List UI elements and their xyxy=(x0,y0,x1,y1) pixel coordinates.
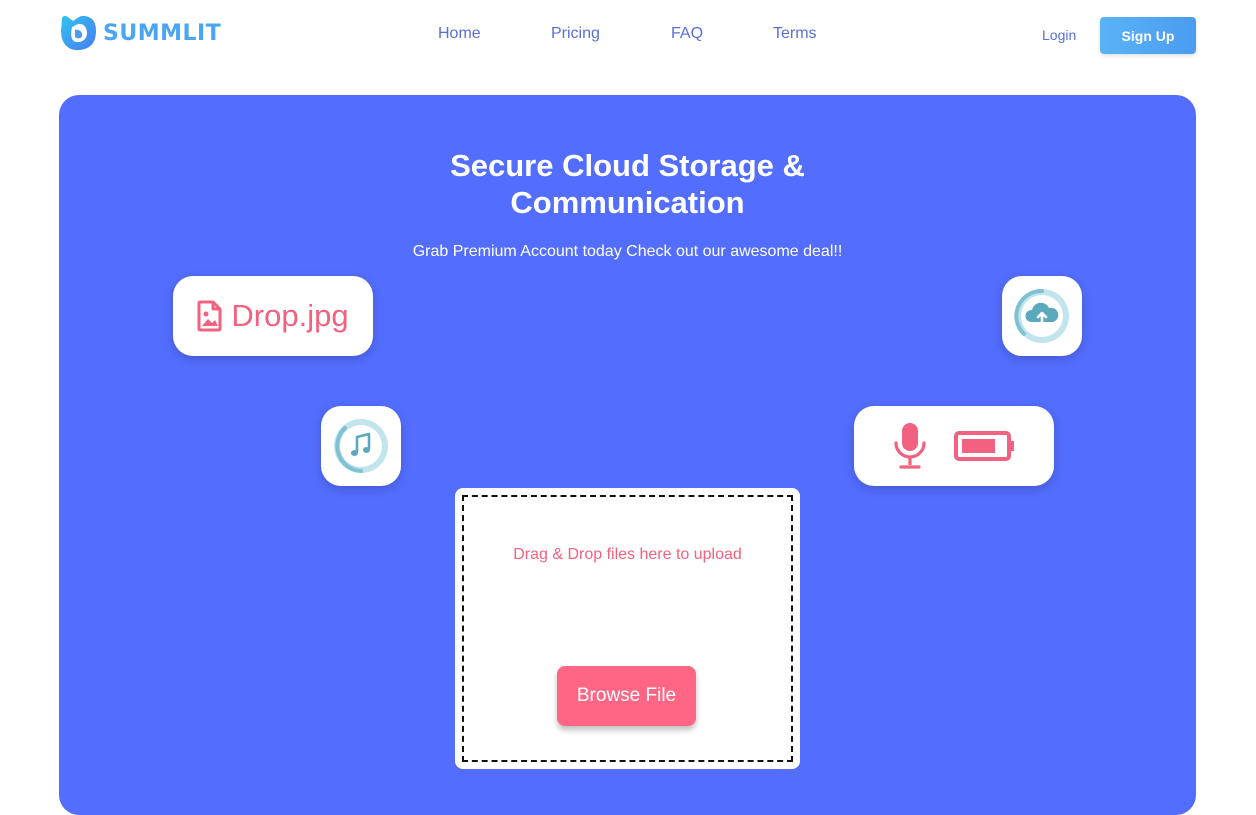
hero-subtitle: Grab Premium Account today Check out our… xyxy=(412,243,843,260)
battery-icon xyxy=(954,431,1014,461)
nav-pricing-link[interactable]: Pricing xyxy=(551,25,600,43)
site-header: SUMMLIT Home Pricing FAQ Terms Login Sig… xyxy=(0,0,1256,80)
microphone-icon xyxy=(894,423,926,469)
music-note-icon xyxy=(334,419,388,473)
upload-dropzone[interactable]: Drag & Drop files here to upload Browse … xyxy=(455,488,800,769)
dropzone-dashed-border[interactable]: Drag & Drop files here to upload Browse … xyxy=(462,495,793,762)
nav-home-link[interactable]: Home xyxy=(438,25,481,43)
cloud-upload-icon xyxy=(1014,288,1069,343)
hero-section: Secure Cloud Storage & Communication Gra… xyxy=(59,95,1196,815)
hero-title: Secure Cloud Storage & Communication xyxy=(59,147,1196,221)
hero-title-line-1: Secure Cloud Storage & xyxy=(450,148,805,183)
image-file-icon xyxy=(197,300,222,332)
file-preview-card: Drop.jpg xyxy=(173,276,373,356)
sign-up-button[interactable]: Sign Up xyxy=(1100,17,1196,54)
hero-title-line-2: Communication xyxy=(510,185,745,220)
recording-card xyxy=(854,406,1054,486)
dropzone-instructions: Drag & Drop files here to upload xyxy=(513,546,742,563)
music-card xyxy=(321,406,401,486)
file-name-label: Drop.jpg xyxy=(231,298,349,333)
browse-file-button[interactable]: Browse File xyxy=(557,666,696,726)
nav-terms-link[interactable]: Terms xyxy=(773,25,817,43)
nav-faq-link[interactable]: FAQ xyxy=(671,25,703,43)
login-link[interactable]: Login xyxy=(1042,27,1076,43)
cloud-upload-card xyxy=(1002,276,1082,356)
